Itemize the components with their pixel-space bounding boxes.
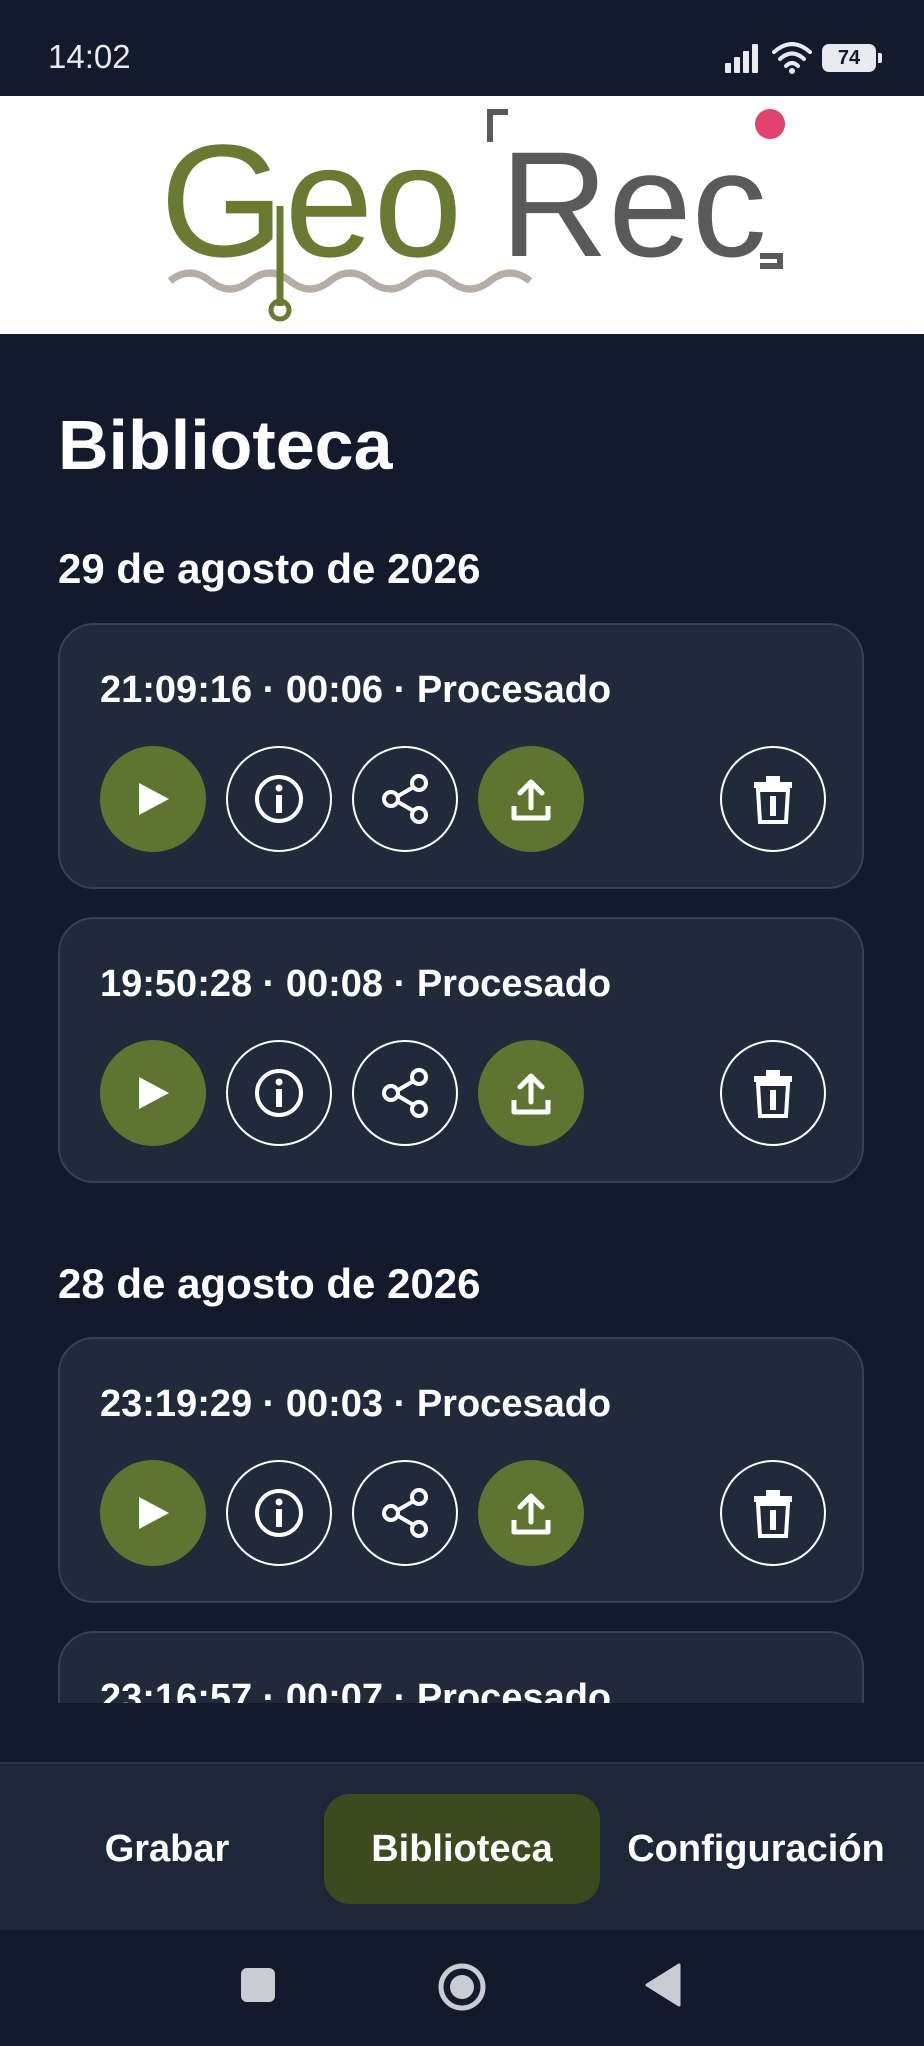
share-icon bbox=[382, 1488, 428, 1538]
share-icon bbox=[382, 1068, 428, 1118]
square-nav-icon[interactable] bbox=[241, 1968, 275, 2002]
bottom-nav: Grabar Biblioteca Configuración bbox=[0, 1762, 924, 1932]
battery-level: 74 bbox=[837, 46, 861, 69]
nav-biblioteca[interactable]: Biblioteca bbox=[324, 1794, 600, 1904]
play-button[interactable] bbox=[100, 746, 206, 852]
delete-button[interactable] bbox=[720, 1040, 826, 1146]
signal-icon bbox=[725, 44, 758, 73]
upload-button[interactable] bbox=[478, 746, 584, 852]
share-icon bbox=[382, 774, 428, 824]
play-icon bbox=[139, 783, 169, 815]
play-button[interactable] bbox=[100, 1460, 206, 1566]
upload-icon bbox=[511, 1493, 551, 1535]
home-nav-icon[interactable] bbox=[438, 1963, 486, 2011]
share-button[interactable] bbox=[352, 746, 458, 852]
upload-icon bbox=[511, 779, 551, 821]
delete-button[interactable] bbox=[720, 746, 826, 852]
recording-card: 23:16:57 · 00:07 · Procesado bbox=[58, 1631, 864, 1703]
trash-icon bbox=[754, 1490, 792, 1538]
system-nav bbox=[0, 1930, 924, 2046]
play-icon bbox=[139, 1497, 169, 1529]
battery-icon: 74 bbox=[822, 44, 882, 72]
date-heading: 29 de agosto de 2026 bbox=[58, 545, 481, 592]
share-button[interactable] bbox=[352, 1460, 458, 1566]
recording-card: 21:09:16 · 00:06 · Procesado bbox=[58, 623, 864, 889]
status-time: 14:02 bbox=[48, 38, 131, 75]
recording-card: 23:19:29 · 00:03 · Procesado bbox=[58, 1337, 864, 1603]
info-icon bbox=[255, 775, 303, 823]
recording-label: 19:50:28 · 00:08 · Procesado bbox=[100, 963, 612, 1005]
recording-label: 23:19:29 · 00:03 · Procesado bbox=[100, 1383, 612, 1425]
play-button[interactable] bbox=[100, 1040, 206, 1146]
logo-banner: Geo Rec bbox=[0, 96, 924, 334]
delete-button[interactable] bbox=[720, 1460, 826, 1566]
status-icons: 74 bbox=[724, 38, 882, 78]
trash-icon bbox=[754, 776, 792, 824]
recording-label: 23:16:57 · 00:07 · Procesado bbox=[100, 1677, 612, 1703]
trash-icon bbox=[754, 1070, 792, 1118]
wifi-icon bbox=[772, 42, 812, 74]
logo-text-rec: Rec bbox=[500, 120, 767, 288]
georec-logo: Geo Rec bbox=[160, 109, 785, 322]
upload-button[interactable] bbox=[478, 1460, 584, 1566]
play-icon bbox=[139, 1077, 169, 1109]
back-nav-icon[interactable] bbox=[645, 1963, 681, 2007]
recording-label: 21:09:16 · 00:06 · Procesado bbox=[100, 669, 612, 711]
info-button[interactable] bbox=[226, 1040, 332, 1146]
upload-button[interactable] bbox=[478, 1040, 584, 1146]
recording-card: 19:50:28 · 00:08 · Procesado bbox=[58, 917, 864, 1183]
library-list[interactable]: 29 de agosto de 2026 21:09:16 · 00:06 · … bbox=[0, 520, 924, 1703]
info-button[interactable] bbox=[226, 746, 332, 852]
date-heading: 28 de agosto de 2026 bbox=[58, 1260, 481, 1307]
info-icon bbox=[255, 1069, 303, 1117]
page-title: Biblioteca bbox=[58, 406, 393, 484]
logo-text-geo: Geo bbox=[160, 111, 462, 290]
nav-configuracion[interactable]: Configuración bbox=[624, 1794, 888, 1904]
status-bar: 14:02 74 bbox=[0, 0, 924, 96]
info-button[interactable] bbox=[226, 1460, 332, 1566]
share-button[interactable] bbox=[352, 1040, 458, 1146]
nav-grabar[interactable]: Grabar bbox=[58, 1794, 276, 1904]
upload-icon bbox=[511, 1073, 551, 1115]
info-icon bbox=[255, 1489, 303, 1537]
